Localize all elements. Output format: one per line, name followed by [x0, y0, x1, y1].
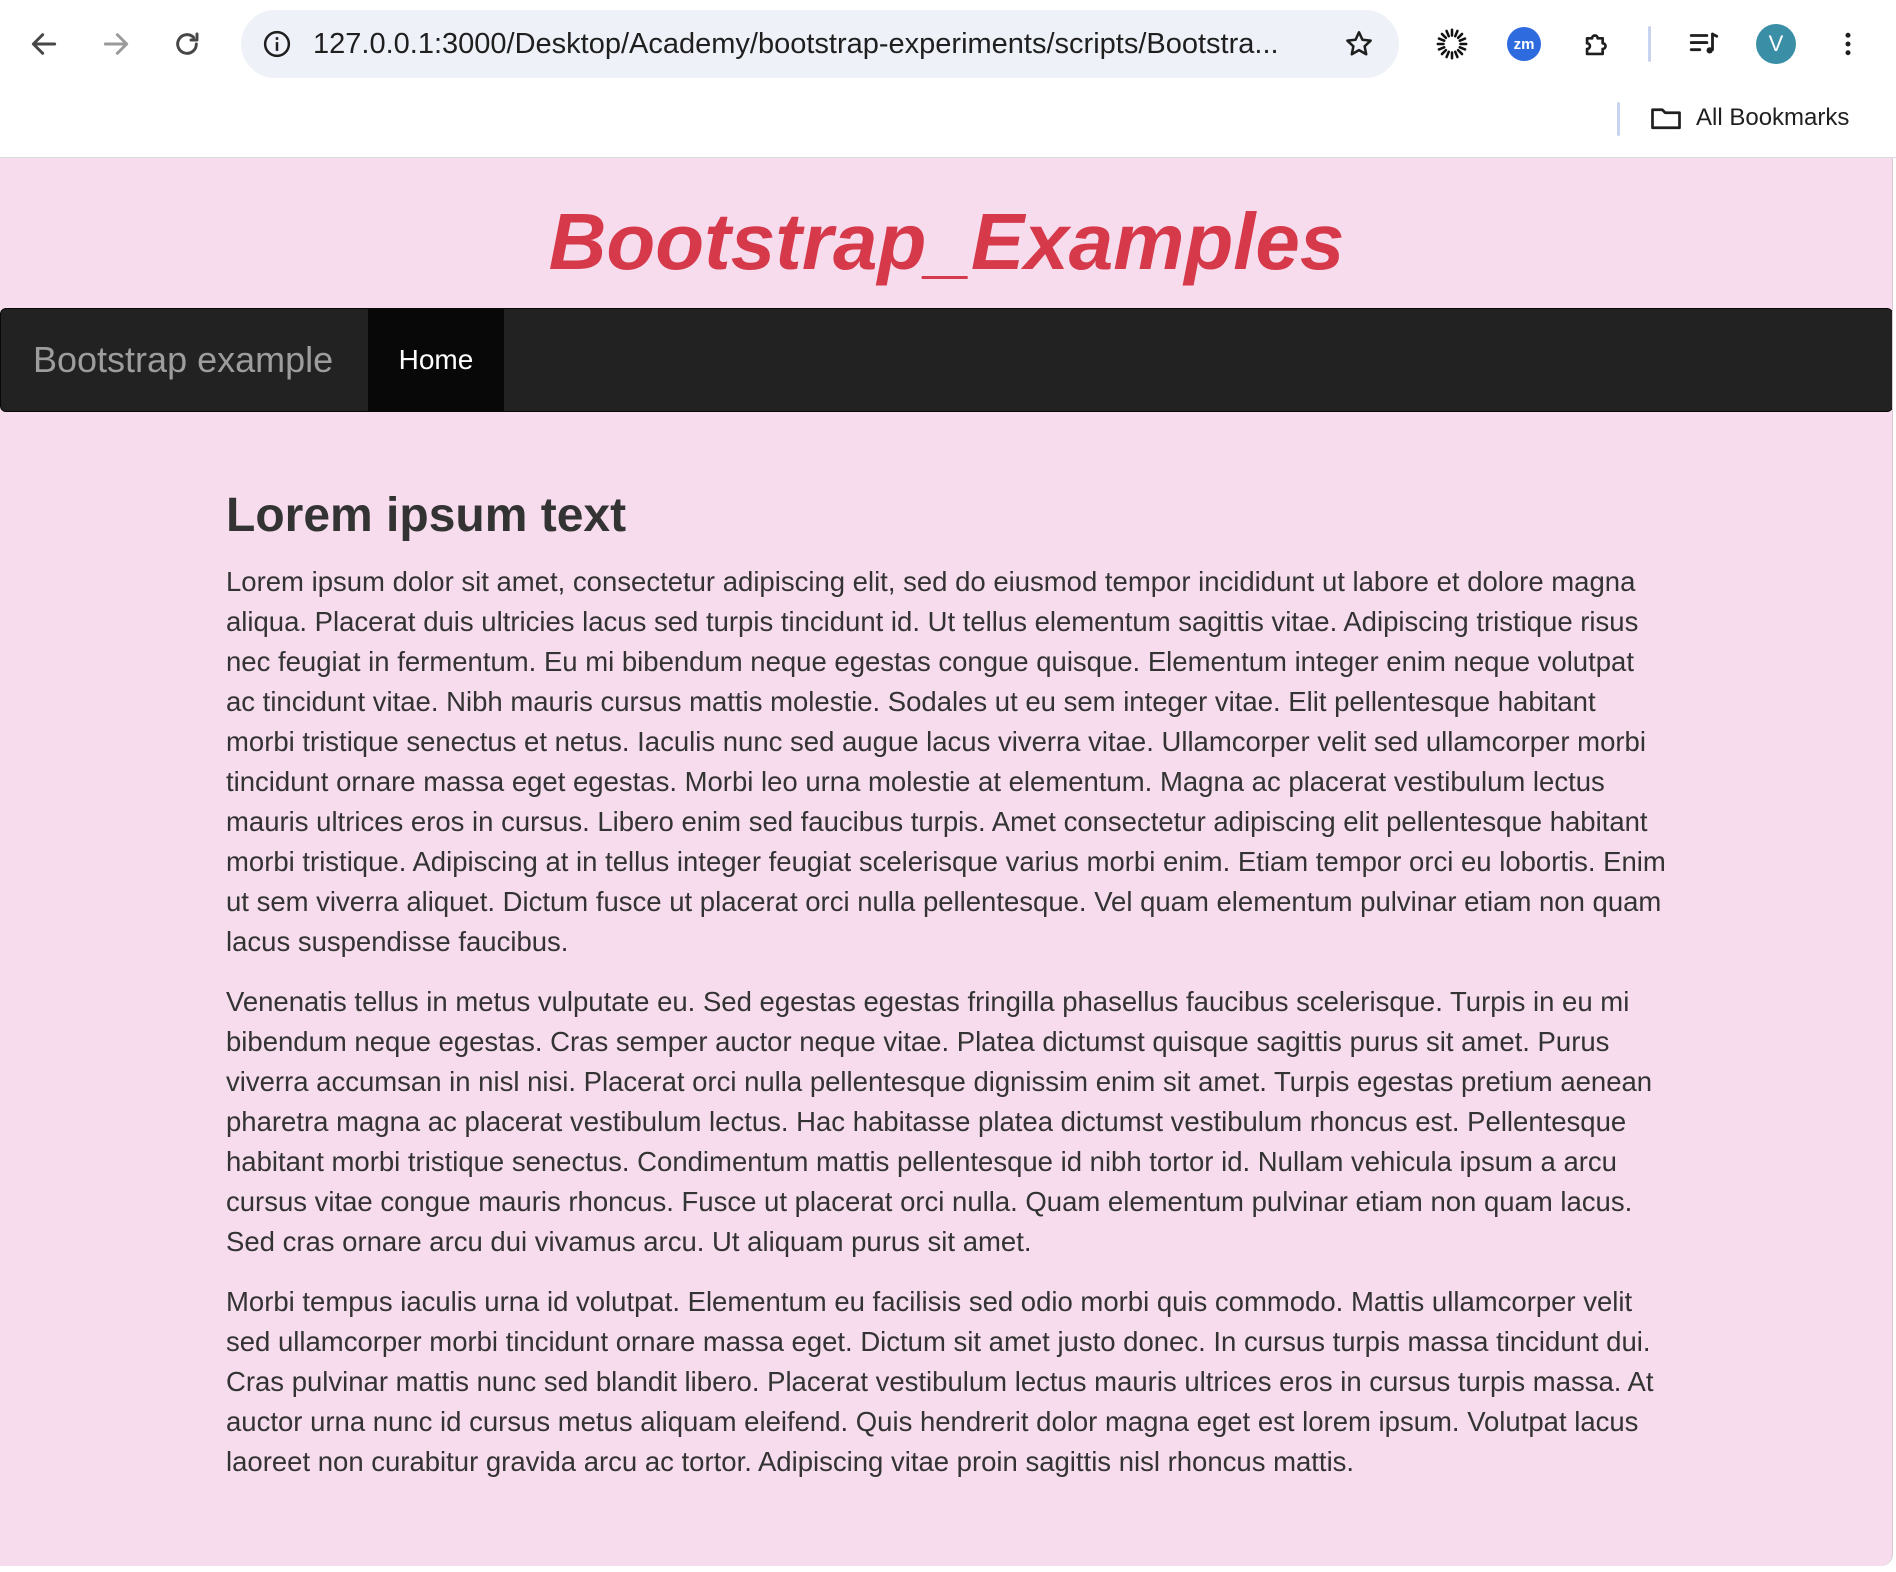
bookmark-star-icon[interactable]	[1339, 24, 1379, 64]
all-bookmarks-button[interactable]: All Bookmarks	[1648, 96, 1849, 140]
menu-kebab-icon[interactable]	[1824, 20, 1872, 68]
page-viewport[interactable]: Bootstrap_Examples Bootstrap example Hom…	[0, 158, 1893, 1566]
bookmarks-divider	[1617, 102, 1620, 136]
reload-button[interactable]	[159, 16, 215, 72]
paragraph: Lorem ipsum dolor sit amet, consectetur …	[226, 566, 1666, 957]
profile-avatar[interactable]: V	[1752, 20, 1800, 68]
extensions-puzzle-icon[interactable]	[1573, 20, 1621, 68]
extension-sun-icon[interactable]	[1428, 20, 1476, 68]
main-content: Lorem ipsum text Lorem ipsum dolor sit a…	[226, 488, 1666, 1502]
back-arrow-icon	[31, 33, 57, 55]
address-url[interactable]: 127.0.0.1:3000/Desktop/Academy/bootstrap…	[313, 10, 1313, 78]
media-controls-icon[interactable]	[1680, 20, 1728, 68]
folder-icon	[1651, 108, 1681, 130]
profile-initial: V	[1756, 24, 1796, 64]
browser-toolbar: 127.0.0.1:3000/Desktop/Academy/bootstrap…	[0, 0, 1896, 88]
zoom-extension-icon[interactable]: zm	[1500, 20, 1548, 68]
all-bookmarks-label: All Bookmarks	[1696, 104, 1850, 131]
navbar-brand[interactable]: Bootstrap example	[33, 309, 333, 411]
paragraph: Morbi tempus iaculis urna id volutpat. E…	[226, 1286, 1654, 1477]
toolbar-divider	[1648, 26, 1651, 62]
nav-item-home[interactable]: Home	[368, 309, 504, 411]
page-heading: Lorem ipsum text	[226, 489, 627, 542]
back-button[interactable]	[16, 16, 72, 72]
forward-arrow-icon	[103, 33, 129, 55]
forward-button[interactable]	[88, 16, 144, 72]
navbar: Bootstrap example Home	[0, 308, 1892, 412]
paragraph: Venenatis tellus in metus vulputate eu. …	[226, 986, 1653, 1257]
zoom-extension-label: zm	[1507, 27, 1541, 61]
site-title: Bootstrap_Examples	[548, 197, 1345, 286]
address-bar[interactable]: 127.0.0.1:3000/Desktop/Academy/bootstrap…	[241, 10, 1399, 78]
reload-icon	[176, 32, 199, 55]
browser-chrome: 127.0.0.1:3000/Desktop/Academy/bootstrap…	[0, 0, 1896, 158]
site-info-icon[interactable]	[257, 24, 297, 64]
